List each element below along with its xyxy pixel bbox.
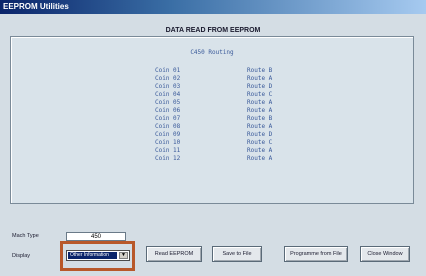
route-label: Route D xyxy=(247,83,273,90)
list-item: Coin 05 Route A xyxy=(155,99,355,107)
route-label: Route C xyxy=(247,139,273,146)
coin-label: Coin 07 xyxy=(155,115,181,122)
coin-label: Coin 09 xyxy=(155,131,181,138)
coin-label: Coin 02 xyxy=(155,75,181,82)
coin-label: Coin 06 xyxy=(155,107,181,114)
coin-label: Coin 08 xyxy=(155,123,181,130)
display-label: Display xyxy=(12,253,31,259)
window-title-bar: EEPROM Utilities xyxy=(0,0,426,14)
list-item: Coin 07 Route B xyxy=(155,115,355,123)
display-select[interactable]: Other Information ▼ xyxy=(66,250,130,261)
route-label: Route A xyxy=(247,123,273,130)
route-label: Route A xyxy=(247,147,273,154)
list-item: Coin 06 Route A xyxy=(155,107,355,115)
mach-type-label: Mach Type xyxy=(12,233,39,239)
list-item: Coin 09 Route D xyxy=(155,131,355,139)
route-label: Route A xyxy=(247,155,273,162)
coin-label: Coin 01 xyxy=(155,67,181,74)
route-label: Route B xyxy=(247,67,273,74)
close-window-button[interactable]: Close Window xyxy=(360,246,410,262)
data-panel: C450 Routing Coin 01 Route B Coin 02 Route … xyxy=(10,36,414,204)
list-item: Coin 11 Route A xyxy=(155,147,355,155)
route-label: Route D xyxy=(247,131,273,138)
route-label: Route A xyxy=(247,75,273,82)
route-label: Route B xyxy=(247,115,273,122)
coin-label: Coin 10 xyxy=(155,139,181,146)
window-title: EEPROM Utilities xyxy=(3,2,69,11)
list-item: Coin 10 Route C xyxy=(155,139,355,147)
coin-label: Coin 11 xyxy=(155,147,181,154)
coin-label: Coin 12 xyxy=(155,155,181,162)
coin-label: Coin 05 xyxy=(155,99,181,106)
panel-title: C450 Routing xyxy=(190,49,234,56)
read-eeprom-button[interactable]: Read EEPROM xyxy=(146,246,202,262)
coin-label: Coin 04 xyxy=(155,91,181,98)
mach-type-field: 450 xyxy=(66,232,126,241)
route-label: Route C xyxy=(247,91,273,98)
coin-label: Coin 03 xyxy=(155,83,181,90)
chevron-down-icon[interactable]: ▼ xyxy=(119,252,128,259)
save-to-file-button[interactable]: Save to File xyxy=(212,246,262,262)
list-item: Coin 01 Route B xyxy=(155,67,355,75)
route-label: Route A xyxy=(247,99,273,106)
list-item: Coin 02 Route A xyxy=(155,75,355,83)
list-item: Coin 03 Route D xyxy=(155,83,355,91)
list-item: Coin 12 Route A xyxy=(155,155,355,163)
list-item: Coin 08 Route A xyxy=(155,123,355,131)
programme-from-file-button[interactable]: Programme from File xyxy=(284,246,348,262)
display-select-value: Other Information xyxy=(68,252,117,259)
list-item: Coin 04 Route C xyxy=(155,91,355,99)
route-label: Route A xyxy=(247,107,273,114)
